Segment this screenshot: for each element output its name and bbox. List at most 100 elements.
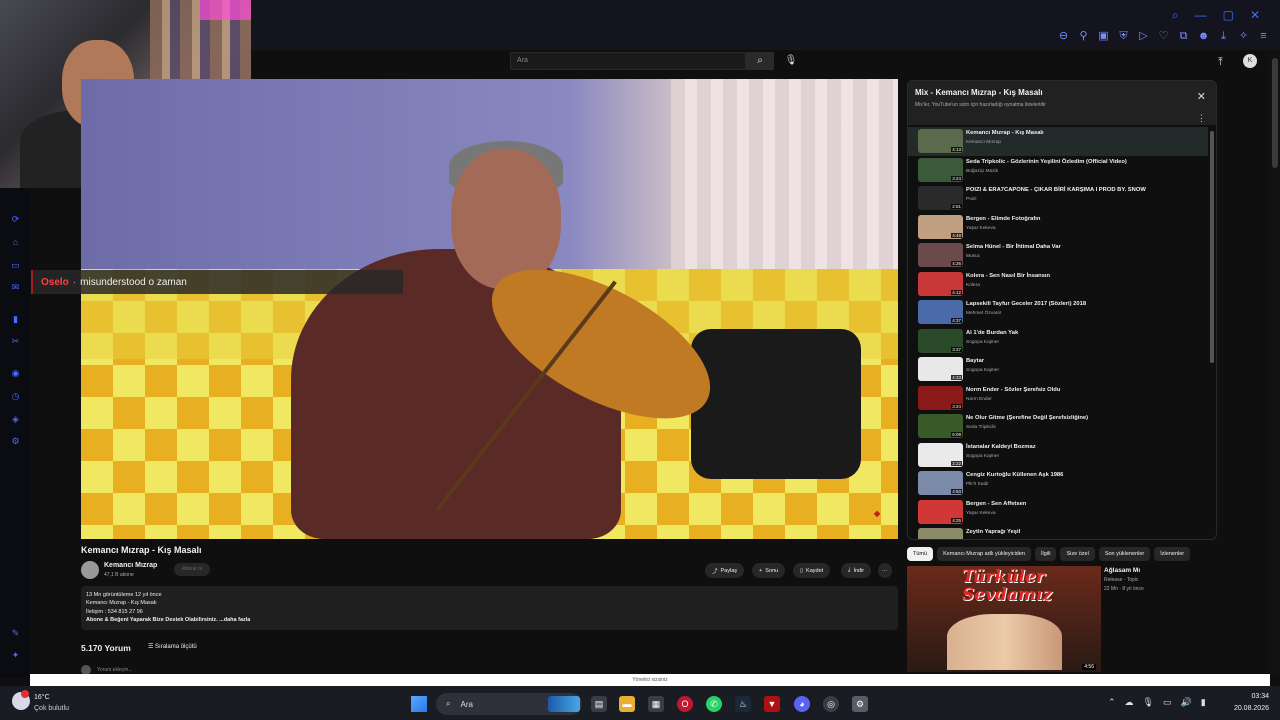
close-icon[interactable]: ✕	[1250, 8, 1260, 23]
zoom-icon[interactable]: ⊖	[1057, 30, 1070, 43]
link-icon[interactable]: ✂	[10, 336, 21, 347]
playlist-item-title[interactable]: İstanalar Kaldeyi Bozmaz	[966, 444, 1036, 450]
clock-date[interactable]: 20.08.2026	[1215, 705, 1269, 712]
chip-related[interactable]: İlgili	[1035, 547, 1057, 561]
recommendation-artist[interactable]: Release - Topic	[1104, 577, 1138, 583]
playlist-item[interactable]: 4:13 Kemancı Mızrap - Kış Masalı Kemancı M…	[908, 127, 1208, 156]
playlist-item[interactable]: 4:26 Selma Hünel - Bir İhtimal Daha Var Mu…	[908, 241, 1208, 270]
obs-icon[interactable]: ◎	[823, 696, 839, 712]
recommendation-title[interactable]: Ağlasam Mı	[1104, 567, 1140, 574]
playlist-item-title[interactable]: Al 1'de Burdan Yak	[966, 330, 1018, 336]
upload-icon[interactable]: ⤒	[1218, 56, 1223, 69]
playlist-item[interactable]: 4:33 Baytar Sogopa Kajmer	[908, 355, 1208, 384]
search-input[interactable]: Ara	[510, 52, 746, 70]
app-icon[interactable]: ▼	[764, 696, 780, 712]
play-icon[interactable]: ▷	[1137, 30, 1150, 43]
playlist-item[interactable]: 6:09 Ne Olur Gitme (Şerefine Değil Şerefs…	[908, 412, 1208, 441]
chip-recent[interactable]: Son yüklenenler	[1098, 547, 1151, 561]
cloud-icon[interactable]: ☁	[1125, 697, 1134, 708]
playlist-item[interactable]: 3:24 Seda Tripkolic - Gözlerinin Yeşilini…	[908, 156, 1208, 185]
chat-icon[interactable]: ▭	[10, 260, 21, 271]
download-button[interactable]: ⤓ İndir	[841, 563, 872, 578]
play-circle-icon[interactable]: ◉	[10, 368, 21, 379]
profile-icon[interactable]: ☻	[1197, 30, 1210, 43]
settings-icon[interactable]: ⚙	[852, 696, 868, 712]
playlist-item-thumbnail[interactable]: 3:24	[918, 157, 963, 182]
playlist-item-title[interactable]: POIZI & ERA7CAPONE - ÇIKAR BİRİ KARŞIMA …	[966, 187, 1146, 193]
playlist-item-thumbnail[interactable]: 4:25	[918, 499, 963, 524]
playlist-item-title[interactable]: Norm Ender - Sözler Şerefsiz Oldu	[966, 387, 1060, 393]
gear-icon[interactable]: ⚙	[10, 436, 21, 447]
playlist-item-title[interactable]: Selma Hünel - Bir İhtimal Daha Var	[966, 244, 1061, 250]
store-icon[interactable]: ▦	[648, 696, 664, 712]
puzzle-icon[interactable]: ⧉	[1177, 30, 1190, 43]
playlist-item-title[interactable]: Baytar	[966, 358, 984, 364]
ai-icon[interactable]: ✧	[1237, 30, 1250, 43]
volume-icon[interactable]: 🔊	[1181, 697, 1192, 708]
steam-icon[interactable]: ♨	[735, 696, 751, 712]
channel-name[interactable]: Kemancı Mızrap	[104, 562, 157, 569]
playlist-item-title[interactable]: Seda Tripkolic - Gözlerinin Yeşilini Özl…	[966, 159, 1127, 165]
chip-watched[interactable]: İzlenenler	[1154, 547, 1191, 561]
task-view-icon[interactable]: ▤	[591, 696, 607, 712]
search-highlight-icon[interactable]	[548, 696, 580, 712]
weather-temperature[interactable]: 16°C	[34, 694, 50, 701]
playlist-item-thumbnail[interactable]: 4:26	[918, 243, 963, 267]
weather-condition[interactable]: Çok bulutlu	[34, 705, 69, 712]
pen-icon[interactable]: ✎	[10, 628, 21, 639]
sort-button[interactable]: ☰ Sıralama ölçütü	[148, 643, 197, 650]
playlist-item-thumbnail[interactable]: 2:22	[918, 442, 963, 467]
playlist-item-title[interactable]: Lapsekili Tayfur Geceler 2017 (Sözleri) …	[966, 301, 1086, 307]
heart-icon[interactable]: ♡	[1157, 30, 1170, 43]
search-button[interactable]: ⌕	[746, 52, 774, 70]
mic-button[interactable]: 🎙	[782, 52, 800, 70]
playlist-item[interactable]: 4:12 Kolera - Sen Nasıl Bir İnsansın Koler…	[908, 270, 1208, 299]
playlist-item[interactable]: 3:37 Al 1'de Burdan Yak Sogopa Kajmer	[908, 327, 1208, 356]
pin-icon[interactable]: ⚲	[1077, 30, 1090, 43]
opera-gx-icon[interactable]: O	[677, 696, 693, 712]
menu-icon[interactable]: ≡	[1257, 30, 1270, 43]
playlist-item-title[interactable]: Kemancı Mızrap - Kış Masalı	[966, 130, 1044, 136]
maximize-icon[interactable]: ▢	[1223, 8, 1234, 23]
whatsapp-icon[interactable]: ✆	[706, 696, 722, 712]
window-icon[interactable]: ▣	[1097, 30, 1110, 43]
playlist-item-thumbnail[interactable]: 3:24	[918, 385, 963, 410]
more-vert-icon[interactable]: ⋮	[1197, 113, 1206, 124]
description-box[interactable]: 13 Mn görüntüleme 12 yıl önce Kemancı Mı…	[81, 586, 898, 630]
playlist-item-title[interactable]: Bergen - Sen Affetsen	[966, 501, 1026, 507]
chip-uploader[interactable]: Kemancı Mızrap adlı yükleyiciden	[937, 547, 1031, 561]
playlist-item-thumbnail[interactable]: 2:51	[918, 186, 963, 210]
avatar[interactable]: K	[1243, 54, 1257, 68]
playlist-item-title[interactable]: Cengiz Kurtoğlu Küllenen Aşk 1986	[966, 472, 1063, 478]
discord-icon[interactable]: ◕	[794, 696, 810, 712]
playlist-item-thumbnail[interactable]: 3:37	[918, 328, 963, 353]
start-button[interactable]	[411, 696, 427, 712]
twitch-icon[interactable]: ▮	[10, 314, 21, 325]
playlist-item-thumbnail[interactable]: 4:37	[918, 300, 963, 324]
refresh-icon[interactable]: ⟳	[10, 214, 21, 225]
playlist-item-thumbnail[interactable]: 4:13	[918, 129, 963, 153]
bag-icon[interactable]: ◈	[10, 414, 21, 425]
mic-icon[interactable]: 🎙	[1143, 697, 1154, 708]
subscribe-button[interactable]: Abone ol	[174, 563, 210, 576]
playlist-item-thumbnail[interactable]: 4:12	[918, 271, 963, 296]
playlist-item[interactable]: 2:51 POIZI & ERA7CAPONE - ÇIKAR BİRİ KARŞ…	[908, 184, 1208, 213]
playlist-item[interactable]: 4:48 Bergen - Elimde Fotoğrafın Yaşar Keke…	[908, 213, 1208, 242]
chip-for-you[interactable]: Size özel	[1060, 547, 1095, 561]
save-button[interactable]: ▯ Kaydet	[793, 563, 831, 578]
mail-icon[interactable]: ✉	[10, 282, 21, 293]
scrollbar-thumb[interactable]	[1272, 58, 1278, 168]
video-player[interactable]: ◆	[81, 79, 898, 539]
store-icon[interactable]: ⌂	[10, 237, 21, 248]
download-icon[interactable]: ⤓	[1217, 30, 1230, 43]
playlist-item-thumbnail[interactable]: 4:50	[918, 471, 963, 495]
playlist-title[interactable]: Mix - Kemancı Mızrap - Kış Masalı	[915, 88, 1043, 97]
playlist-scrollbar[interactable]	[1210, 131, 1214, 363]
folder-icon[interactable]: ▬	[619, 696, 635, 712]
playlist-item[interactable]: 2:22 İstanalar Kaldeyi Bozmaz Sogopa Kajme…	[908, 441, 1208, 470]
playlist-item-thumbnail[interactable]: 4:48	[918, 214, 963, 239]
close-icon[interactable]: ✕	[1197, 90, 1206, 103]
minimize-icon[interactable]: —	[1195, 8, 1207, 23]
playlist-item-thumbnail[interactable]: 4:33	[918, 357, 963, 381]
recommendation-thumbnail[interactable]: Türküler Sevdamız 4:56	[907, 566, 1101, 672]
